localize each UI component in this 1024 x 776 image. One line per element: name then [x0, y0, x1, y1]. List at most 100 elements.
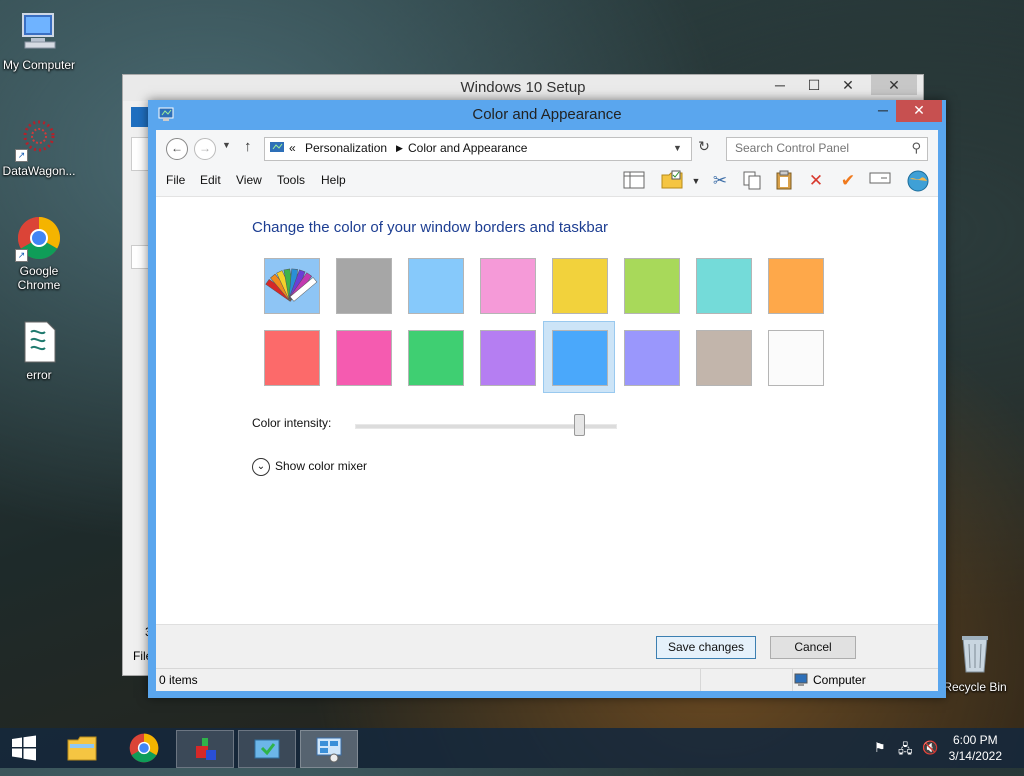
delete-icon[interactable]: ✕: [804, 170, 828, 192]
window-title: Color and Appearance: [472, 106, 622, 123]
custom-color-swatch[interactable]: [264, 258, 320, 314]
desktop-icon-label: Recycle Bin: [943, 680, 1007, 694]
desktop-icon-google-chrome[interactable]: ↗ Google Chrome: [0, 216, 78, 292]
volume-muted-icon[interactable]: 🔇: [922, 740, 938, 756]
desktop-icon-label: error: [26, 368, 52, 382]
recycle-bin-icon: [953, 632, 997, 676]
breadcrumb-chevron-icon[interactable]: ▶: [396, 143, 403, 154]
menu-edit[interactable]: Edit: [200, 173, 221, 187]
menu-help[interactable]: Help: [321, 173, 346, 187]
address-bar[interactable]: « Personalization ▶ Color and Appearance…: [264, 137, 692, 161]
background-maximize-button[interactable]: ☐: [797, 75, 831, 95]
search-box[interactable]: ⚲: [726, 137, 928, 161]
background-minimize-button[interactable]: ─: [763, 75, 797, 95]
show-color-mixer-toggle[interactable]: ⌄ Show color mixer: [252, 458, 367, 476]
status-location: Computer: [813, 673, 866, 687]
shortcut-arrow-icon: ↗: [15, 149, 28, 162]
status-bar: 0 items Computer: [156, 668, 938, 691]
network-icon[interactable]: 🖧: [898, 740, 913, 762]
folder-options-icon[interactable]: [660, 170, 684, 192]
dialog-footer: Save changes Cancel: [156, 624, 938, 669]
chrome-taskbar-icon[interactable]: [116, 730, 172, 766]
page-heading: Change the color of your window borders …: [252, 219, 609, 236]
layout-pane-icon[interactable]: [622, 170, 646, 192]
shortcut-arrow-icon: ↗: [15, 249, 28, 262]
color-swatch[interactable]: [696, 258, 752, 314]
color-swatch[interactable]: [768, 330, 824, 386]
color-swatch[interactable]: [480, 330, 536, 386]
color-swatch[interactable]: [768, 258, 824, 314]
navigation-bar: ← → ▼ ↑ « Personalization ▶ Color and Ap…: [156, 130, 938, 166]
close-button[interactable]: ✕: [896, 100, 942, 122]
desktop-icon-label: Google Chrome: [17, 264, 61, 292]
up-arrow-icon[interactable]: ↑: [244, 138, 252, 155]
rename-icon[interactable]: [868, 170, 892, 192]
app-taskbar-icon[interactable]: [176, 730, 234, 768]
cut-icon[interactable]: ✂: [708, 170, 732, 192]
taskbar: ⚑ 🖧 🔇 6:00 PM 3/14/2022: [0, 728, 1024, 768]
setup-taskbar-icon[interactable]: [238, 730, 296, 768]
folder-options-dropdown-icon[interactable]: ▼: [684, 170, 708, 192]
search-icon[interactable]: ⚲: [911, 140, 921, 156]
menu-tools[interactable]: Tools: [277, 173, 305, 187]
menu-file[interactable]: File: [166, 173, 185, 187]
back-button[interactable]: ←: [166, 138, 188, 160]
restore-button[interactable]: [868, 100, 894, 122]
desktop-icon-label: DataWagon...: [2, 164, 76, 178]
script-file-icon: [17, 320, 61, 364]
computer-small-icon: [794, 672, 808, 694]
desktop-icon-error[interactable]: error: [0, 320, 78, 382]
recent-locations-dropdown-icon[interactable]: ▼: [222, 140, 231, 150]
background-close-button[interactable]: ✕: [831, 75, 865, 95]
properties-check-icon[interactable]: ✔: [836, 170, 860, 192]
color-intensity-slider-thumb[interactable]: [574, 414, 585, 436]
control-panel-breadcrumb-icon: [269, 140, 285, 159]
globe-icon[interactable]: [906, 170, 930, 192]
control-panel-taskbar-icon[interactable]: [300, 730, 358, 768]
chrome-icon: ↗: [15, 216, 61, 262]
action-center-flag-icon[interactable]: ⚑: [874, 740, 886, 756]
color-swatch[interactable]: [480, 258, 536, 314]
breadcrumb-personalization[interactable]: Personalization: [305, 141, 387, 155]
datawagon-icon: ↗: [15, 116, 61, 162]
breadcrumb-color-and-appearance[interactable]: Color and Appearance: [408, 141, 527, 155]
status-item-count: 0 items: [159, 673, 198, 687]
color-swatch[interactable]: [408, 330, 464, 386]
refresh-icon[interactable]: ↻: [694, 138, 714, 158]
desktop-icon-my-computer[interactable]: My Computer: [0, 10, 78, 72]
color-swatch[interactable]: [624, 330, 680, 386]
color-swatch[interactable]: [552, 330, 608, 386]
status-divider: [700, 669, 701, 691]
system-clock[interactable]: 6:00 PM 3/14/2022: [949, 732, 1002, 764]
address-dropdown-icon[interactable]: ▼: [673, 143, 682, 153]
cancel-button[interactable]: Cancel: [770, 636, 856, 659]
show-color-mixer-label: Show color mixer: [275, 459, 368, 474]
menu-view[interactable]: View: [236, 173, 262, 187]
search-input[interactable]: [727, 138, 913, 158]
color-swatch[interactable]: [408, 258, 464, 314]
save-changes-button[interactable]: Save changes: [656, 636, 756, 659]
color-and-appearance-window[interactable]: Color and Appearance ─ ✕ ← → ▼ ↑ « Perso…: [148, 100, 946, 698]
color-swatch[interactable]: [336, 258, 392, 314]
desktop-icon-recycle-bin[interactable]: Recycle Bin: [936, 632, 1014, 694]
desktop-icon-label: My Computer: [2, 58, 76, 72]
breadcrumb-prefix: «: [289, 141, 296, 155]
menu-bar: File Edit View Tools Help ▼ ✂ ✕ ✔: [156, 166, 938, 197]
color-swatch[interactable]: [552, 258, 608, 314]
file-explorer-taskbar-icon[interactable]: [54, 730, 110, 766]
desktop-icon-datawagon[interactable]: ↗ DataWagon...: [0, 116, 78, 178]
forward-button[interactable]: →: [194, 138, 216, 160]
color-swatch[interactable]: [264, 330, 320, 386]
color-swatch[interactable]: [696, 330, 752, 386]
color-swatch[interactable]: [336, 330, 392, 386]
clock-time: 6:00 PM: [952, 733, 998, 747]
start-button[interactable]: [0, 730, 48, 766]
expand-chevron-icon[interactable]: ⌄: [252, 458, 270, 476]
background-close-button-highlight[interactable]: ✕: [871, 75, 917, 95]
copy-icon[interactable]: [740, 170, 764, 192]
paste-icon[interactable]: [772, 170, 796, 192]
clock-date: 3/14/2022: [948, 749, 1002, 763]
computer-icon: [17, 10, 61, 54]
color-intensity-label: Color intensity:: [252, 416, 332, 430]
color-swatch[interactable]: [624, 258, 680, 314]
